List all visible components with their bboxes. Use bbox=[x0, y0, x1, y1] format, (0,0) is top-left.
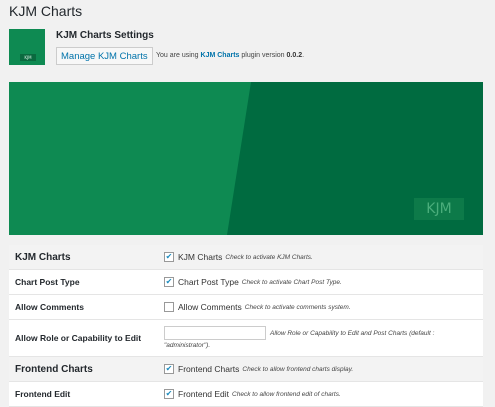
option-frontend-charts: ✔ Frontend Charts Check to allow frontend … bbox=[162, 356, 483, 382]
row-chart-post-type: Chart Post Type ✔ Chart Post Type Check to… bbox=[9, 269, 483, 295]
kjm-charts-checkbox[interactable]: ✔ bbox=[164, 252, 174, 262]
label-chart-post-type: Chart Post Type bbox=[9, 269, 162, 295]
allow-role-line1: Allow Role or Capability to Edit and Pos… bbox=[164, 325, 482, 340]
section-kjm-charts: KJM Charts ✔ KJM Charts Check to activate … bbox=[9, 245, 483, 270]
section-label-frontend-charts: Frontend Charts bbox=[9, 356, 162, 382]
kjm-charts-desc: Check to activate KJM Charts. bbox=[225, 253, 313, 261]
option-chart-post-type: ✔ Chart Post Type Check to activate Chart … bbox=[162, 269, 483, 295]
label-allow-comments: Allow Comments bbox=[9, 294, 162, 320]
version-suffix: . bbox=[302, 52, 305, 59]
allow-comments-desc: Check to activate comments system. bbox=[244, 303, 351, 311]
version-number: 0.0.2 bbox=[286, 52, 303, 59]
frontend-edit-checkbox[interactable]: ✔ bbox=[164, 389, 174, 399]
row-allow-role: Allow Role or Capability to Edit Allow R… bbox=[9, 319, 483, 357]
label-allow-role: Allow Role or Capability to Edit bbox=[9, 319, 162, 357]
version-text: You are using KJM Charts plugin version … bbox=[156, 52, 304, 59]
banner-shade bbox=[9, 82, 251, 235]
frontend-charts-desc: Check to allow frontend charts display. bbox=[242, 365, 354, 373]
logo-label: KJM bbox=[20, 54, 36, 61]
allow-comments-option-label: Allow Comments bbox=[178, 302, 242, 312]
settings-table: KJM Charts ✔ KJM Charts Check to activate … bbox=[9, 245, 483, 407]
plugin-name-link[interactable]: KJM Charts bbox=[201, 52, 240, 59]
version-mid: plugin version bbox=[241, 52, 285, 59]
section-frontend-charts: Frontend Charts ✔ Frontend Charts Check to… bbox=[9, 356, 483, 382]
banner-badge: KJM bbox=[414, 198, 464, 220]
chart-post-type-desc: Check to activate Chart Post Type. bbox=[241, 278, 342, 286]
allow-comments-checkbox[interactable] bbox=[164, 302, 174, 312]
settings-title: KJM Charts Settings bbox=[56, 30, 154, 41]
page-title: KJM Charts bbox=[9, 3, 83, 19]
allow-role-desc-line2: "administrator"). bbox=[164, 341, 211, 349]
kjm-charts-option-label: KJM Charts bbox=[178, 252, 223, 262]
option-kjm-charts: ✔ KJM Charts Check to activate KJM Charts. bbox=[162, 245, 483, 270]
option-allow-role: Allow Role or Capability to Edit and Pos… bbox=[162, 319, 483, 357]
frontend-charts-option-label: Frontend Charts bbox=[178, 364, 240, 374]
row-allow-comments: Allow Comments Allow Comments Check to ac… bbox=[9, 294, 483, 320]
allow-role-input[interactable] bbox=[164, 325, 266, 340]
version-prefix: You are using bbox=[156, 52, 199, 59]
manage-charts-button[interactable]: Manage KJM Charts bbox=[56, 47, 153, 65]
chart-post-type-option-label: Chart Post Type bbox=[178, 277, 239, 287]
plugin-banner: KJM bbox=[9, 82, 483, 235]
chart-post-type-checkbox[interactable]: ✔ bbox=[164, 277, 174, 287]
plugin-logo: KJM bbox=[9, 29, 45, 65]
frontend-edit-desc: Check to allow frontend edit of charts. bbox=[232, 390, 341, 398]
allow-role-desc-line1: Allow Role or Capability to Edit and Pos… bbox=[270, 329, 435, 337]
frontend-charts-checkbox[interactable]: ✔ bbox=[164, 364, 174, 374]
frontend-edit-option-label: Frontend Edit bbox=[178, 389, 230, 399]
label-frontend-edit: Frontend Edit bbox=[9, 381, 162, 407]
section-label-kjm-charts: KJM Charts bbox=[9, 245, 162, 270]
option-frontend-edit: ✔ Frontend Edit Check to allow frontend ed… bbox=[162, 381, 483, 407]
row-frontend-edit: Frontend Edit ✔ Frontend Edit Check to all… bbox=[9, 381, 483, 407]
option-allow-comments: Allow Comments Check to activate comments… bbox=[162, 294, 483, 320]
